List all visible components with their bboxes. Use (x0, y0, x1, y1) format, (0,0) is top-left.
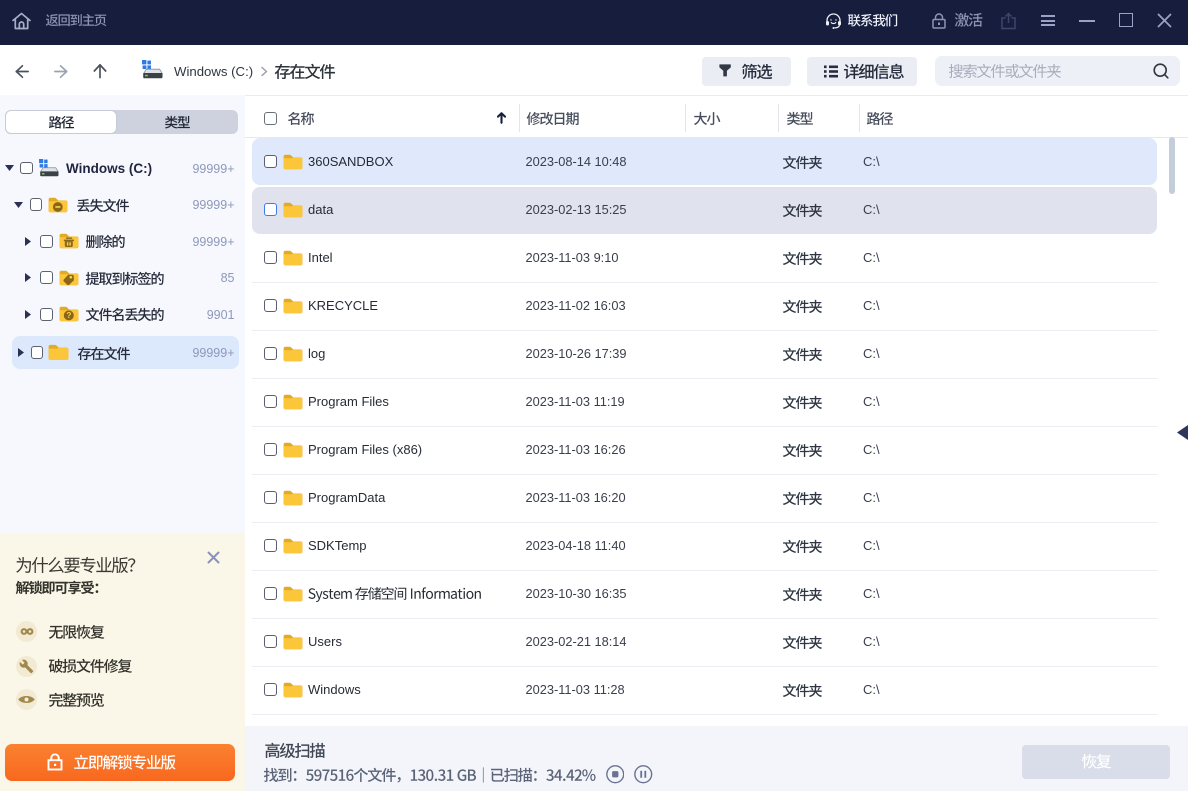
svg-text:?: ? (66, 312, 71, 321)
